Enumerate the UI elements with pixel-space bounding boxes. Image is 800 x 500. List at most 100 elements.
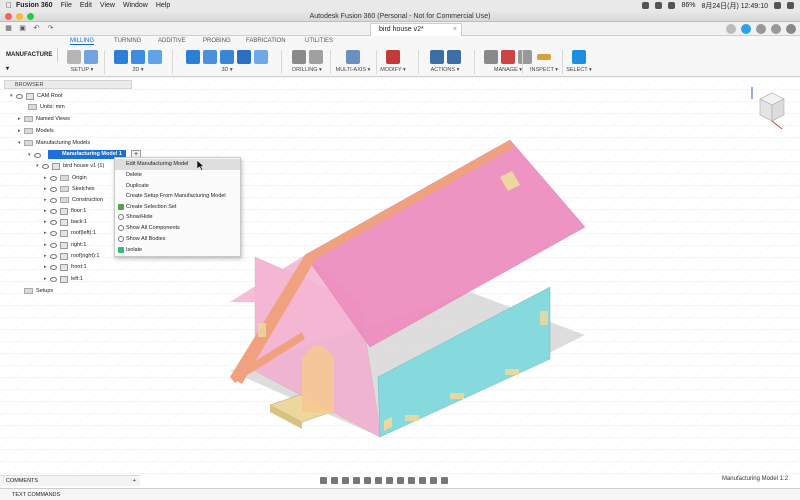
menu-item-create-setup[interactable]: Create Setup From Manufacturing Model	[115, 191, 240, 202]
menubar-app-name[interactable]: Fusion 360	[16, 2, 53, 9]
look-at-icon[interactable]	[331, 477, 338, 484]
tree-item-right[interactable]: ▸ right:1	[44, 240, 86, 250]
tree-item-front[interactable]: ▸ front:1	[44, 262, 87, 272]
visibility-eye-icon[interactable]	[42, 163, 49, 169]
comments-panel[interactable]: COMMENTS +	[0, 475, 140, 486]
clock[interactable]: 8月24日(月) 12:49:10	[701, 1, 768, 11]
visibility-eye-icon[interactable]	[50, 219, 57, 225]
minimize-window-button[interactable]	[16, 13, 23, 20]
orbit-icon[interactable]	[320, 477, 327, 484]
text-commands-panel[interactable]: TEXT COMMANDS	[0, 488, 800, 500]
visibility-eye-icon[interactable]	[50, 253, 57, 259]
group-2d[interactable]: 2D ▾	[106, 48, 170, 76]
group-3d[interactable]: 3D ▾	[175, 48, 279, 76]
tree-item-back[interactable]: ▸ back:1	[44, 217, 87, 227]
tab-turning[interactable]: TURNING	[114, 38, 141, 44]
visibility-eye-icon[interactable]	[50, 242, 57, 248]
redo-icon[interactable]: ↷	[46, 25, 55, 33]
search-icon[interactable]	[774, 2, 781, 9]
workspace-switcher[interactable]: MANUFACTURE ▾	[4, 48, 58, 72]
menu-item-create-selection-set[interactable]: Create Selection Set	[115, 202, 240, 213]
viewports-icon[interactable]	[397, 477, 404, 484]
document-tab[interactable]: bird house v2* ×	[370, 23, 462, 36]
menu-item-delete[interactable]: Delete	[115, 170, 240, 181]
undo-icon[interactable]: ↶	[32, 25, 41, 33]
group-inspect[interactable]: INSPECT ▾	[526, 48, 562, 76]
tree-item-floor[interactable]: ▸ floor:1	[44, 206, 86, 216]
menu-item-duplicate[interactable]: Duplicate	[115, 181, 240, 192]
volume-icon[interactable]	[668, 2, 676, 9]
tree-item-origin[interactable]: ▸ Origin	[44, 173, 87, 183]
tab-probing[interactable]: PROBING	[203, 38, 231, 44]
visibility-eye-icon[interactable]	[50, 175, 57, 181]
tab-utilities[interactable]: UTILITIES	[305, 38, 333, 44]
menu-item-show-all-bodies[interactable]: Show All Bodies	[115, 234, 240, 245]
visibility-eye-icon[interactable]	[50, 186, 57, 192]
menu-item-show-hide[interactable]: Show/Hide	[115, 212, 240, 223]
visibility-eye-icon[interactable]	[50, 230, 57, 236]
menu-window[interactable]: Window	[123, 2, 148, 9]
tree-item-roof-left[interactable]: ▸ roof(left):1	[44, 228, 96, 238]
apple-icon[interactable]: 	[6, 1, 16, 10]
group-setup[interactable]: SETUP ▾	[62, 48, 102, 76]
zoom-icon[interactable]	[353, 477, 360, 484]
help-icon[interactable]	[771, 24, 781, 34]
tree-item-cam-root[interactable]: ▾ CAM Root	[10, 91, 62, 101]
fit-icon[interactable]	[364, 477, 371, 484]
grid-menu-icon[interactable]: ▦	[4, 25, 13, 33]
menu-list-icon[interactable]	[787, 2, 794, 9]
visibility-eye-icon[interactable]	[50, 197, 57, 203]
job-status-icon[interactable]	[741, 24, 751, 34]
browser-header[interactable]: BROWSER	[4, 80, 132, 89]
tab-additive[interactable]: ADDITIVE	[158, 38, 186, 44]
menu-item-show-all-components[interactable]: Show All Components	[115, 223, 240, 234]
tree-item-manufacturing-models[interactable]: ▾ Manufacturing Models	[18, 138, 90, 148]
visual-style-icon[interactable]	[419, 477, 426, 484]
group-modify[interactable]: MODIFY ▾	[378, 48, 408, 76]
group-actions[interactable]: ACTIONS ▾	[422, 48, 468, 76]
tab-milling[interactable]: MILLING	[70, 38, 95, 45]
menu-item-edit-manufacturing-model[interactable]: Edit Manufacturing Model	[115, 159, 240, 170]
effects-icon[interactable]	[441, 477, 448, 484]
view-cube[interactable]	[748, 85, 788, 133]
group-select[interactable]: SELECT ▾	[564, 48, 594, 76]
group-drilling[interactable]: DRILLING ▾	[284, 48, 330, 76]
visibility-eye-icon[interactable]	[16, 93, 23, 99]
tree-item-construction[interactable]: ▸ Construction	[44, 195, 103, 205]
grid-settings-icon[interactable]	[386, 477, 393, 484]
group-multi-axis[interactable]: MULTI-AXIS ▾	[332, 48, 374, 76]
visibility-eye-icon[interactable]	[50, 208, 57, 214]
tree-item-units[interactable]: Units: mm	[22, 102, 65, 112]
status-icon[interactable]	[642, 2, 650, 9]
tree-item-models[interactable]: ▸ Models	[18, 126, 54, 136]
tree-item-left[interactable]: ▸ left:1	[44, 274, 83, 284]
menu-item-isolate[interactable]: Isolate	[115, 245, 240, 256]
menu-file[interactable]: File	[61, 2, 72, 9]
view-cube-graphic[interactable]	[748, 85, 788, 133]
visibility-eye-icon[interactable]	[50, 276, 57, 282]
menu-view[interactable]: View	[100, 2, 115, 9]
new-tab-icon[interactable]	[726, 24, 736, 34]
camera-icon[interactable]	[408, 477, 415, 484]
visibility-eye-icon[interactable]	[34, 152, 41, 158]
tab-fabrication[interactable]: FABRICATION	[246, 38, 286, 44]
pan-hand-icon[interactable]	[342, 477, 349, 484]
close-tab-icon[interactable]: ×	[453, 24, 457, 36]
environment-icon[interactable]	[430, 477, 437, 484]
add-comment-button[interactable]: +	[133, 476, 136, 487]
tree-item-named-views[interactable]: ▸ Named Views	[18, 114, 70, 124]
tree-item-roof-right[interactable]: ▸ roof(right):1	[44, 251, 99, 261]
display-settings-icon[interactable]	[375, 477, 382, 484]
tree-item-sketches[interactable]: ▸ Sketches	[44, 184, 95, 194]
user-avatar[interactable]	[786, 24, 796, 34]
notifications-icon[interactable]	[756, 24, 766, 34]
tree-item-setups[interactable]: Setups	[18, 286, 53, 296]
tree-item-bird-house[interactable]: ▾ bird house v1 (1)	[36, 161, 104, 171]
save-icon[interactable]: ▣	[18, 25, 27, 33]
zoom-window-button[interactable]	[27, 13, 34, 20]
visibility-eye-icon[interactable]	[50, 264, 57, 270]
close-window-button[interactable]	[5, 13, 12, 20]
battery-percent[interactable]: 86%	[681, 2, 695, 9]
menu-help[interactable]: Help	[156, 2, 170, 9]
tree-item-manufacturing-model-row[interactable]: ▾	[28, 150, 44, 160]
